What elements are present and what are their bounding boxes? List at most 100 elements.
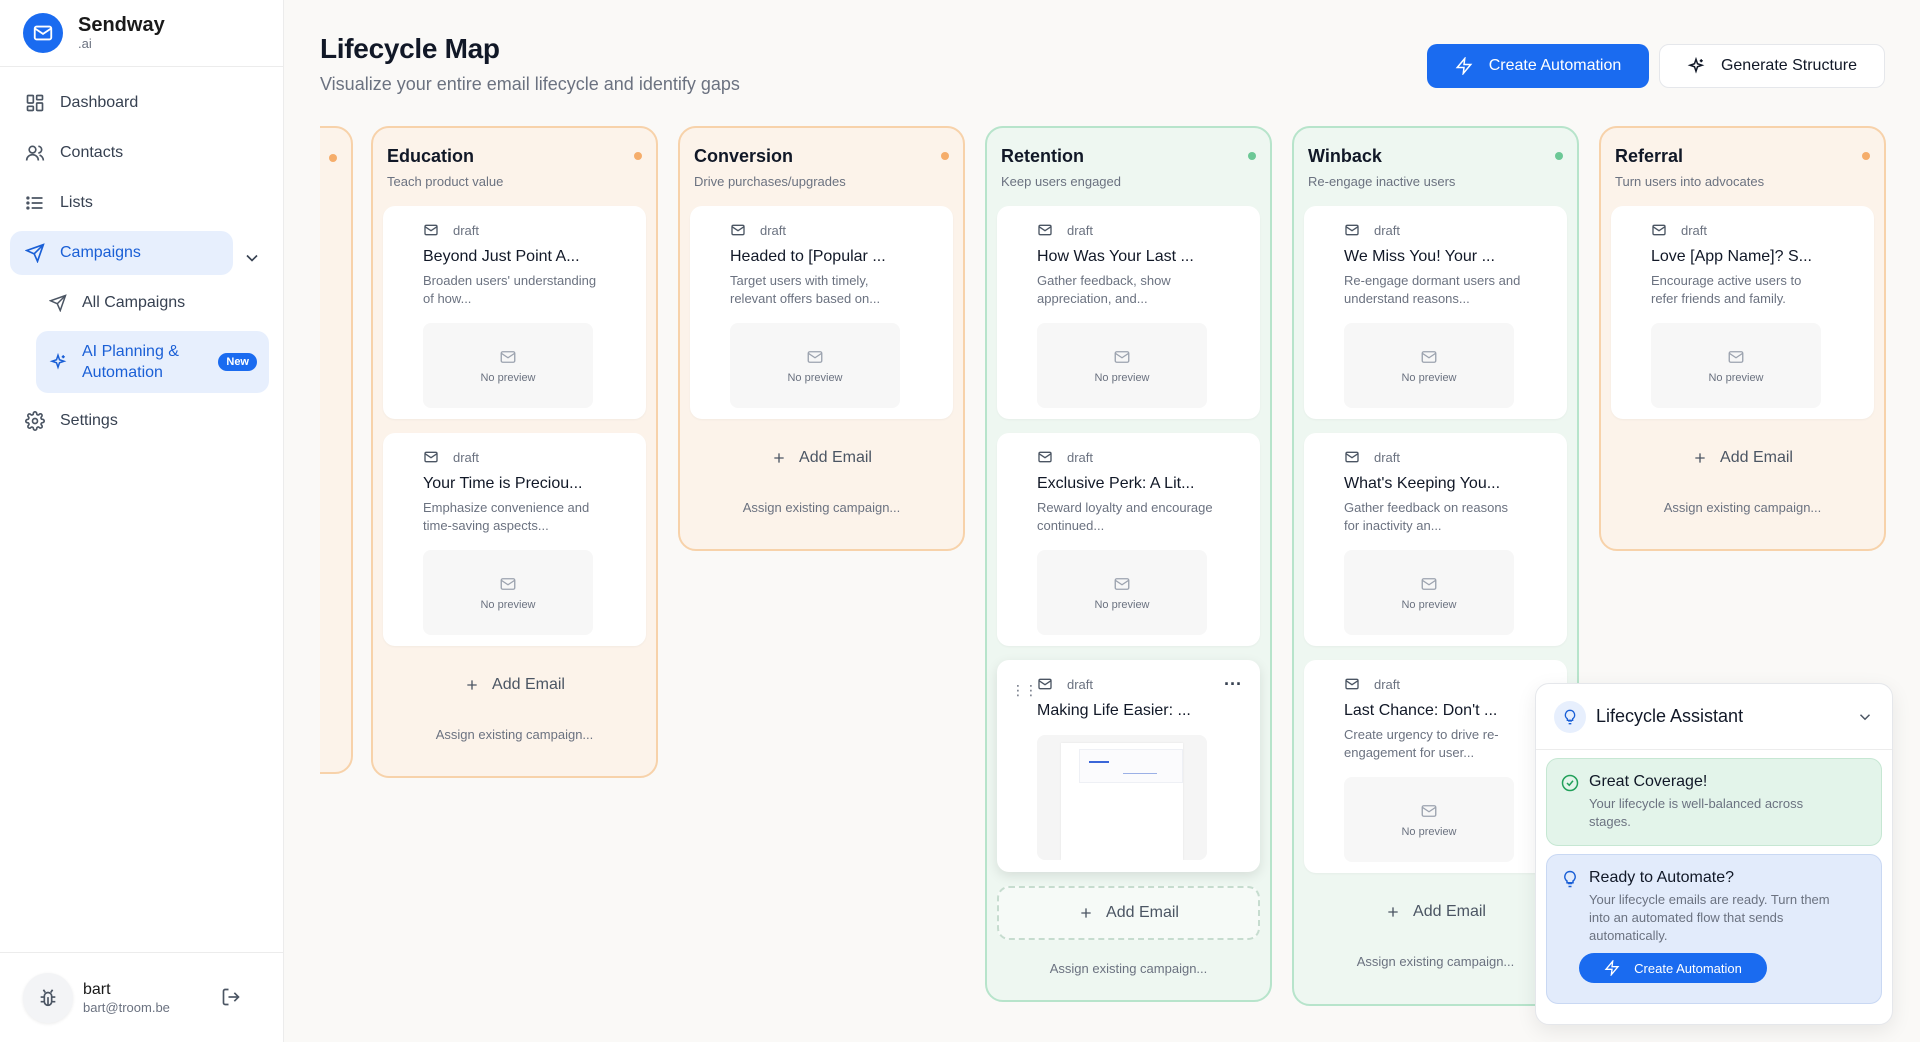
- tip-title: Ready to Automate?: [1589, 869, 1734, 886]
- stage-dot: [329, 154, 337, 162]
- add-email-button[interactable]: Add Email: [997, 886, 1260, 940]
- add-email-button[interactable]: Add Email: [383, 660, 646, 710]
- status-badge: draft: [1067, 676, 1094, 692]
- email-description: Gather feedback on reasons for inactivit…: [1344, 500, 1509, 533]
- no-preview-text: No preview: [1708, 371, 1764, 384]
- email-description: Reward loyalty and encourage continued..…: [1037, 500, 1213, 533]
- email-title: Making Life Easier: ...: [1037, 702, 1191, 719]
- mail-icon: [423, 222, 439, 238]
- add-email-button[interactable]: Add Email: [1611, 433, 1874, 483]
- stage-title: Retention: [1001, 146, 1084, 166]
- assign-existing-link[interactable]: Assign existing campaign...: [690, 483, 953, 531]
- assistant-create-automation-button[interactable]: Create Automation: [1579, 953, 1767, 983]
- email-title: What's Keeping You...: [1344, 475, 1501, 492]
- email-card[interactable]: draft Headed to [Popular ... Target user…: [690, 206, 953, 419]
- email-preview: No preview: [1344, 550, 1514, 635]
- stage-dot: [1862, 152, 1870, 160]
- nav-campaigns[interactable]: Campaigns: [10, 231, 233, 275]
- stage-column-referral: Referral Turn users into advocates draft…: [1599, 126, 1886, 551]
- mail-icon: [1114, 577, 1130, 590]
- email-title: Headed to [Popular ...: [730, 248, 886, 265]
- lifecycle-assistant-panel: Lifecycle Assistant Great Coverage! Your…: [1535, 683, 1893, 1025]
- nav-lists[interactable]: Lists: [10, 181, 273, 225]
- user-email: bart@troom.be: [83, 1000, 170, 1015]
- no-preview-text: No preview: [480, 598, 536, 611]
- assign-existing-link[interactable]: Assign existing campaign...: [1304, 937, 1567, 985]
- coverage-tip: Great Coverage! Your lifecycle is well-b…: [1546, 758, 1882, 846]
- lightning-icon: [1604, 960, 1620, 976]
- plus-icon: [464, 677, 480, 693]
- assistant-create-automation-label: Create Automation: [1634, 960, 1742, 976]
- nav-all-campaigns-label: All Campaigns: [82, 294, 186, 311]
- mail-icon: [1421, 350, 1437, 363]
- email-card[interactable]: ⋮⋮ ··· draft Making Life Easier: ...: [997, 660, 1260, 872]
- plus-icon: [1078, 905, 1094, 921]
- add-email-button[interactable]: Add Email: [1304, 887, 1567, 937]
- mail-icon: [730, 222, 746, 238]
- stage-dot: [634, 152, 642, 160]
- add-email-button[interactable]: Add Email: [690, 433, 953, 483]
- generate-structure-button[interactable]: Generate Structure: [1659, 44, 1885, 88]
- nav-dashboard[interactable]: Dashboard: [10, 81, 273, 125]
- brand[interactable]: Sendway .ai: [0, 0, 283, 67]
- nav-all-campaigns[interactable]: All Campaigns: [36, 281, 269, 325]
- main-nav: Dashboard Contacts Lists Campaigns All C…: [0, 67, 283, 443]
- email-thumbnail: [1037, 735, 1207, 860]
- email-title: Your Time is Preciou...: [423, 475, 583, 492]
- assign-existing-link[interactable]: Assign existing campaign...: [383, 710, 646, 758]
- stage-title: Winback: [1308, 146, 1382, 166]
- tip-body: Your lifecycle is well-balanced across s…: [1589, 796, 1804, 829]
- logout-icon[interactable]: [221, 987, 243, 1009]
- stage-description: Drive purchases/upgrades: [694, 174, 846, 189]
- create-automation-button[interactable]: Create Automation: [1427, 44, 1649, 88]
- stage-description: Keep users engaged: [1001, 174, 1121, 189]
- nav-settings[interactable]: Settings: [10, 399, 273, 443]
- email-card[interactable]: draft Love [App Name]? S... Encourage ac…: [1611, 206, 1874, 419]
- nav-campaigns-label: Campaigns: [60, 244, 141, 261]
- email-card[interactable]: draft Last Chance: Don't ... Create urge…: [1304, 660, 1567, 873]
- plus-icon: [1385, 904, 1401, 920]
- mail-icon: [1651, 222, 1667, 238]
- status-badge: draft: [1067, 222, 1094, 238]
- mail-icon: [1421, 577, 1437, 590]
- more-options-icon[interactable]: ···: [1224, 674, 1242, 695]
- brand-name: Sendway: [78, 14, 165, 36]
- sidebar: Sendway .ai Dashboard Contacts Lists Cam…: [0, 0, 284, 1042]
- assistant-header[interactable]: Lifecycle Assistant: [1536, 684, 1892, 750]
- email-card[interactable]: draft What's Keeping You... Gather feedb…: [1304, 433, 1567, 646]
- assign-existing-link[interactable]: Assign existing campaign...: [1611, 483, 1874, 531]
- status-badge: draft: [1374, 449, 1401, 465]
- users-icon: [24, 142, 46, 164]
- gear-icon: [24, 410, 46, 432]
- stage-description: Re-engage inactive users: [1308, 174, 1456, 189]
- check-circle-icon: [1561, 774, 1579, 792]
- email-card[interactable]: draft We Miss You! Your ... Re-engage do…: [1304, 206, 1567, 419]
- email-description: Re-engage dormant users and understand r…: [1344, 273, 1521, 306]
- brand-suffix: .ai: [78, 36, 92, 51]
- email-preview: No preview: [423, 550, 593, 635]
- nav-contacts[interactable]: Contacts: [10, 131, 273, 175]
- email-title: Last Chance: Don't ...: [1344, 702, 1498, 719]
- email-title: We Miss You! Your ...: [1344, 248, 1495, 265]
- avatar[interactable]: [23, 972, 73, 1023]
- stage-title: Referral: [1615, 146, 1684, 166]
- email-preview: No preview: [730, 323, 900, 408]
- email-card[interactable]: draft Exclusive Perk: A Lit... Reward lo…: [997, 433, 1260, 646]
- mail-icon: [500, 350, 516, 363]
- create-automation-label: Create Automation: [1488, 57, 1622, 74]
- email-card[interactable]: draft Beyond Just Point A... Broaden use…: [383, 206, 646, 419]
- drag-handle-icon[interactable]: ⋮⋮: [1011, 682, 1038, 699]
- chevron-down-icon[interactable]: [242, 248, 262, 268]
- mail-icon: [1728, 350, 1744, 363]
- add-email-label: Add Email: [1413, 903, 1486, 920]
- mail-icon: [807, 350, 823, 363]
- nav-lists-label: Lists: [60, 194, 93, 211]
- nav-ai-planning[interactable]: AI Planning & Automation New: [36, 331, 269, 393]
- no-preview-text: No preview: [1401, 825, 1457, 838]
- email-card[interactable]: draft Your Time is Preciou... Emphasize …: [383, 433, 646, 646]
- assign-existing-link[interactable]: Assign existing campaign...: [997, 940, 1260, 996]
- email-card[interactable]: draft How Was Your Last ... Gather feedb…: [997, 206, 1260, 419]
- chevron-down-icon[interactable]: [1856, 708, 1874, 726]
- stage-column-partial: [320, 126, 353, 774]
- list-icon: [24, 192, 46, 214]
